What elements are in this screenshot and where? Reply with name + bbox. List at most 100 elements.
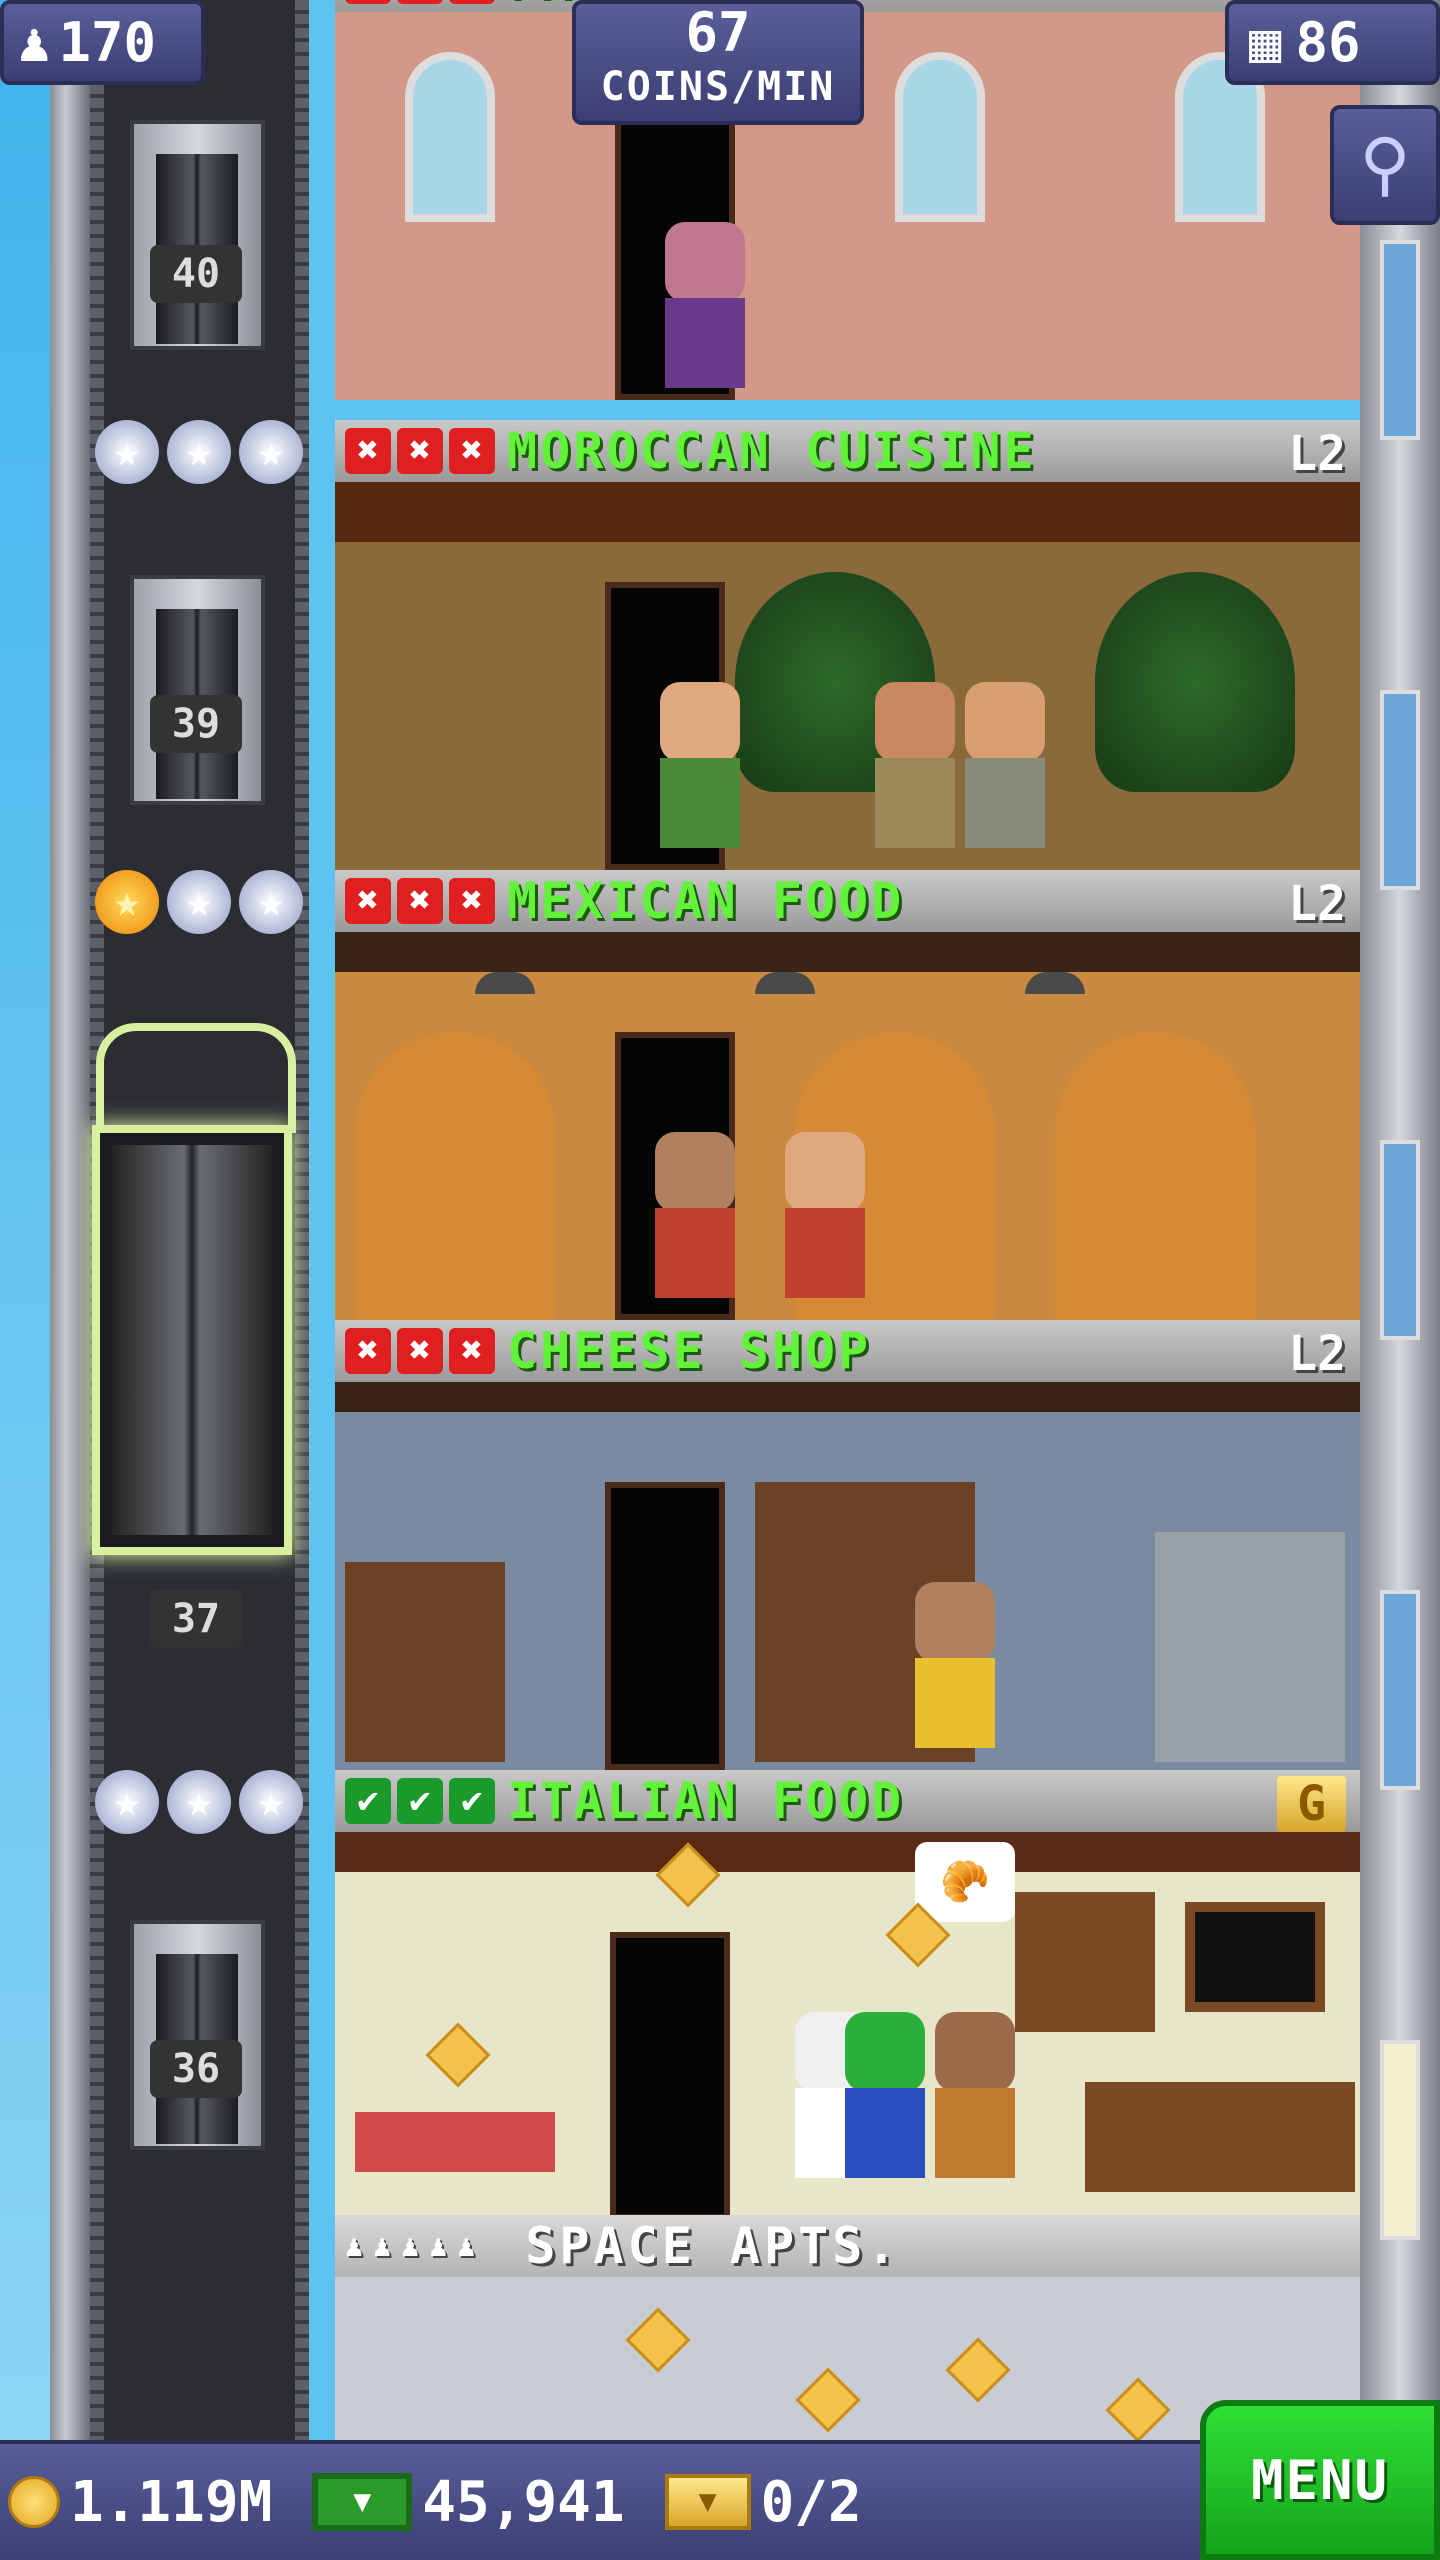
floor-number-40: 40 — [150, 245, 242, 303]
bitizen[interactable] — [875, 682, 955, 852]
star-icon: ★ — [239, 420, 303, 484]
magnifier-icon: ⚲ — [1359, 123, 1411, 205]
floor-header: ✖ ✖ ✖ MEXICAN FOOD L2 — [335, 870, 1360, 932]
out-of-stock-icon: ✖ — [449, 1328, 495, 1374]
shaft-floor-40 — [130, 120, 265, 350]
floor-number-37: 37 — [150, 1590, 242, 1648]
out-of-stock-icon: ✖ — [449, 878, 495, 924]
arched-window — [895, 52, 985, 222]
bitizen[interactable] — [915, 1582, 995, 1752]
floor-room: 🥐 — [335, 1832, 1360, 2220]
coin-icon — [8, 2476, 60, 2528]
floor-stars-italian: ★ ★ ★ — [95, 1770, 303, 1834]
display-counter — [1155, 1532, 1345, 1762]
out-of-stock-icon: ✖ — [397, 1328, 443, 1374]
elevator-car[interactable] — [92, 1023, 296, 1555]
floor-cheese-shop[interactable]: ✖ ✖ ✖ CHEESE SHOP L2 — [335, 1320, 1360, 1770]
building-icon: ▦ — [1249, 11, 1282, 74]
wine-rack — [1015, 1892, 1155, 2032]
arched-window — [405, 52, 495, 222]
arched-alcove — [1055, 1032, 1255, 1320]
shaft-floor-39 — [130, 575, 265, 805]
ticket-balance[interactable]: ▼ 0/2 — [664, 2469, 862, 2535]
bitizen[interactable] — [665, 222, 745, 392]
stock-marks: ✖ ✖ ✖ — [345, 428, 495, 474]
bitizen[interactable] — [845, 2012, 925, 2182]
bitizen[interactable] — [660, 682, 740, 852]
population-value: 170 — [58, 11, 157, 74]
speech-bubble[interactable]: 🥐 — [915, 1842, 1015, 1922]
population-counter[interactable]: ♟ 170 — [0, 0, 205, 85]
floor-header: ✖ ✖ ✖ CHEESE SHOP L2 — [335, 1320, 1360, 1382]
coin-balance[interactable]: 1.119M — [8, 2470, 272, 2535]
room-door — [605, 1482, 725, 1770]
bux-balance[interactable]: ▼ 45,941 — [312, 2469, 625, 2535]
floor-title: SPACE APTS. — [525, 2217, 901, 2275]
bitizen[interactable] — [935, 2012, 1015, 2182]
floor-level: L2 — [1288, 426, 1346, 482]
resident-slots: ♟ ♟ ♟ ♟ ♟ — [345, 2229, 475, 2264]
floor-title: MEXICAN FOOD — [507, 872, 905, 930]
floor-header: ✔ ✔ ✔ ITALIAN FOOD G — [335, 1770, 1360, 1832]
in-stock-icon: ✔ — [449, 1778, 495, 1824]
in-stock-icon: ✔ — [397, 1778, 443, 1824]
coin-particle — [1105, 2377, 1171, 2443]
resident-icon: ♟ — [373, 2228, 392, 2264]
bitizen[interactable] — [965, 682, 1045, 852]
elevator-car-ornament — [96, 1023, 296, 1133]
zoom-button[interactable]: ⚲ — [1330, 105, 1440, 225]
resident-icon: ♟ — [345, 2228, 364, 2264]
palm-plant — [1095, 572, 1295, 792]
in-stock-icon: ✔ — [345, 1778, 391, 1824]
out-of-stock-icon: ✖ — [397, 428, 443, 474]
sky-background — [0, 0, 50, 2560]
side-window — [1380, 690, 1420, 890]
stock-marks: ✖ ✖ ✖ — [345, 0, 495, 4]
star-icon: ★ — [95, 870, 159, 934]
person-icon: ♟ — [18, 11, 51, 74]
bitizen[interactable] — [785, 1132, 865, 1302]
stock-marks: ✖ ✖ ✖ — [345, 1328, 495, 1374]
resident-icon: ♟ — [429, 2228, 448, 2264]
tower-wall-right — [1360, 0, 1440, 2440]
floor-count-value: 86 — [1295, 11, 1361, 74]
menu-button[interactable]: MENU — [1200, 2400, 1440, 2560]
stock-marks: ✖ ✖ ✖ — [345, 878, 495, 924]
star-icon: ★ — [95, 1770, 159, 1834]
tower-bux-icon: ▼ — [312, 2473, 413, 2531]
bitizen[interactable] — [655, 1132, 735, 1302]
floor-stars-mexican: ★ ★ ★ — [95, 870, 303, 934]
floor-counter[interactable]: ▦ 86 — [1225, 0, 1440, 85]
out-of-stock-icon: ✖ — [345, 1328, 391, 1374]
tower-wall-left — [50, 0, 90, 2560]
resident-icon: ♟ — [401, 2228, 420, 2264]
coin-balance-value: 1.119M — [70, 2469, 273, 2535]
floor-level-gold: G — [1277, 1776, 1346, 1832]
side-window — [1380, 1140, 1420, 1340]
room-door — [610, 1932, 730, 2220]
ticket-balance-value: 0/2 — [760, 2469, 862, 2535]
floor-level: L2 — [1288, 876, 1346, 932]
ceiling-lamp — [755, 972, 815, 994]
out-of-stock-icon: ✖ — [397, 878, 443, 924]
floor-mexican-food[interactable]: ✖ ✖ ✖ MEXICAN FOOD L2 — [335, 870, 1360, 1320]
bux-balance-value: 45,941 — [422, 2469, 625, 2535]
shaft-rail-right — [295, 0, 309, 2440]
side-window — [1380, 240, 1420, 440]
elevator-door — [112, 1145, 272, 1535]
menu-blackboard — [1185, 1902, 1325, 2012]
floor-stars-moroccan: ★ ★ ★ — [95, 420, 303, 484]
dining-table — [355, 2112, 555, 2172]
coin-particle — [625, 2307, 691, 2373]
floor-number-36: 36 — [150, 2040, 242, 2098]
floor-number-39: 39 — [150, 695, 242, 753]
ceiling-lamp — [1025, 972, 1085, 994]
coins-per-min-panel[interactable]: 67 COINS/MIN — [572, 0, 864, 125]
floor-title: CHEESE SHOP — [507, 1322, 872, 1380]
star-icon: ★ — [167, 870, 231, 934]
floor-moroccan-cuisine[interactable]: ✖ ✖ ✖ MOROCCAN CUISINE L2 — [335, 420, 1360, 870]
coin-particle — [795, 2367, 861, 2433]
out-of-stock-icon: ✖ — [449, 428, 495, 474]
floor-italian-food[interactable]: ✔ ✔ ✔ ITALIAN FOOD G 🥐 — [335, 1770, 1360, 2220]
out-of-stock-icon: ✖ — [345, 878, 391, 924]
